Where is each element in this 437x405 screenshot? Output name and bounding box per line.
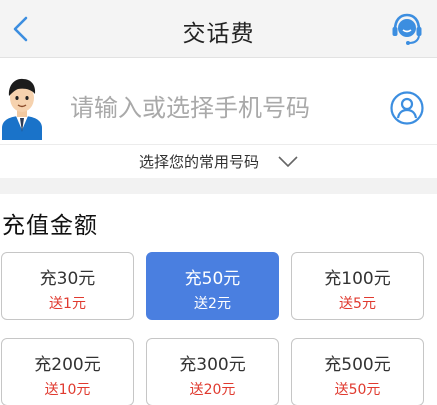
page-title: 交话费 [182,21,255,47]
option-bonus-label: 送2元 [194,296,231,312]
recharge-amount-title: 充值金额 [2,213,98,239]
phone-number-input[interactable] [60,84,380,132]
option-amount-label: 充50元 [184,269,241,289]
option-amount-label: 充100元 [324,269,391,289]
common-numbers-selector[interactable]: 选择您的常用号码 [0,144,437,178]
option-bonus-label: 送20元 [189,382,236,398]
phone-number-row [0,74,437,144]
recharge-option-50[interactable]: 充50元 送2元 [146,252,279,320]
option-amount-label: 充30元 [39,269,96,289]
recharge-option-200[interactable]: 充200元 送10元 [1,338,134,405]
option-bonus-label: 送50元 [334,382,381,398]
section-divider [0,178,437,194]
recharge-option-30[interactable]: 充30元 送1元 [1,252,134,320]
recharge-option-500[interactable]: 充500元 送50元 [291,338,424,405]
option-amount-label: 充300元 [179,355,246,375]
recharge-option-300[interactable]: 充300元 送20元 [146,338,279,405]
user-avatar [2,78,42,140]
recharge-option-100[interactable]: 充100元 送5元 [291,252,424,320]
option-amount-label: 充500元 [324,355,391,375]
option-bonus-label: 送10元 [44,382,91,398]
contacts-button[interactable] [389,90,425,126]
chevron-down-icon [278,155,298,167]
customer-service-icon [392,13,422,45]
top-bar: 交话费 [0,0,437,58]
option-bonus-label: 送5元 [339,296,376,312]
option-bonus-label: 送1元 [49,296,86,312]
option-amount-label: 充200元 [34,355,101,375]
common-numbers-label: 选择您的常用号码 [138,153,259,171]
contacts-icon [390,91,424,125]
customer-service-button[interactable] [389,11,425,47]
